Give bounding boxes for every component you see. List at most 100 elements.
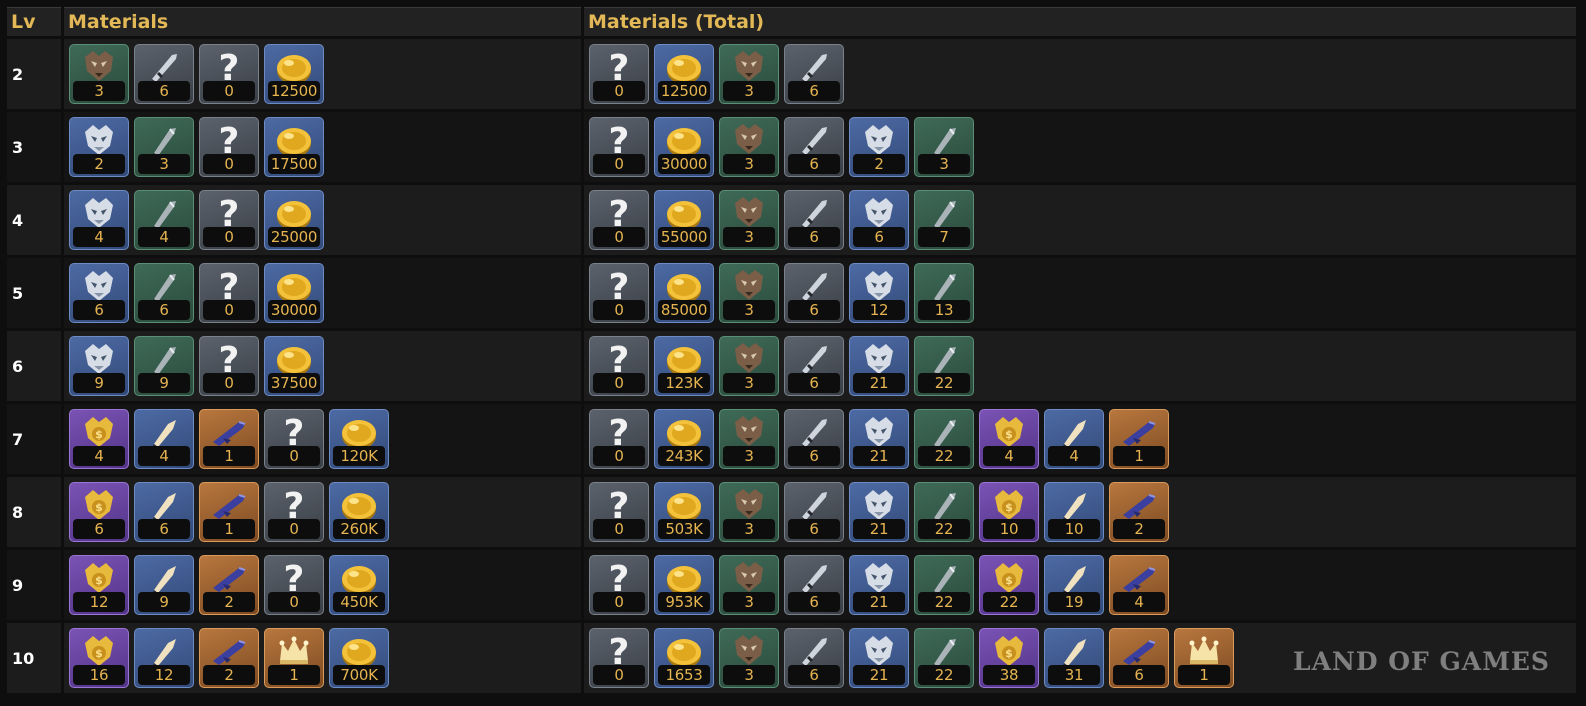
- gold-item[interactable]: 243K: [654, 409, 714, 469]
- blade-fragment-item[interactable]: 22: [914, 336, 974, 396]
- silver-mask-item[interactable]: 6: [69, 263, 129, 323]
- silver-mask-item[interactable]: 9: [69, 336, 129, 396]
- dagger-item[interactable]: 6: [784, 190, 844, 250]
- blade-fragment-item[interactable]: 3: [914, 117, 974, 177]
- spearhead-item[interactable]: 31: [1044, 628, 1104, 688]
- rifle-item[interactable]: 2: [199, 555, 259, 615]
- spearhead-item[interactable]: 4: [1044, 409, 1104, 469]
- unknown-item[interactable]: ? 0: [199, 117, 259, 177]
- gold-item[interactable]: 120K: [329, 409, 389, 469]
- blade-fragment-item[interactable]: 9: [134, 336, 194, 396]
- spearhead-item[interactable]: 12: [134, 628, 194, 688]
- silver-mask-item[interactable]: 12: [849, 263, 909, 323]
- unknown-item[interactable]: ? 0: [589, 555, 649, 615]
- unknown-item[interactable]: ? 0: [199, 263, 259, 323]
- spearhead-item[interactable]: 6: [134, 482, 194, 542]
- gold-item[interactable]: 17500: [264, 117, 324, 177]
- wolf-mask-item[interactable]: 3: [719, 44, 779, 104]
- dagger-item[interactable]: 6: [784, 44, 844, 104]
- dagger-item[interactable]: 6: [784, 336, 844, 396]
- blade-fragment-item[interactable]: 22: [914, 555, 974, 615]
- gold-mask-item[interactable]: $38: [979, 628, 1039, 688]
- gold-mask-item[interactable]: $22: [979, 555, 1039, 615]
- dagger-item[interactable]: 6: [784, 555, 844, 615]
- silver-mask-item[interactable]: 21: [849, 482, 909, 542]
- rifle-item[interactable]: 1: [199, 482, 259, 542]
- crown-item[interactable]: 1: [1174, 628, 1234, 688]
- silver-mask-item[interactable]: 21: [849, 628, 909, 688]
- unknown-item[interactable]: ? 0: [264, 555, 324, 615]
- rifle-item[interactable]: 6: [1109, 628, 1169, 688]
- gold-item[interactable]: 1653: [654, 628, 714, 688]
- unknown-item[interactable]: ? 0: [589, 190, 649, 250]
- gold-item[interactable]: 12500: [264, 44, 324, 104]
- unknown-item[interactable]: ? 0: [589, 44, 649, 104]
- wolf-mask-item[interactable]: 3: [69, 44, 129, 104]
- blade-fragment-item[interactable]: 6: [134, 263, 194, 323]
- dagger-item[interactable]: 6: [134, 44, 194, 104]
- silver-mask-item[interactable]: 2: [849, 117, 909, 177]
- rifle-item[interactable]: 2: [1109, 482, 1169, 542]
- gold-item[interactable]: 30000: [654, 117, 714, 177]
- gold-item[interactable]: 55000: [654, 190, 714, 250]
- silver-mask-item[interactable]: 21: [849, 336, 909, 396]
- silver-mask-item[interactable]: 21: [849, 409, 909, 469]
- dagger-item[interactable]: 6: [784, 628, 844, 688]
- blade-fragment-item[interactable]: 22: [914, 628, 974, 688]
- gold-item[interactable]: 700K: [329, 628, 389, 688]
- spearhead-item[interactable]: 10: [1044, 482, 1104, 542]
- blade-fragment-item[interactable]: 7: [914, 190, 974, 250]
- wolf-mask-item[interactable]: 3: [719, 482, 779, 542]
- unknown-item[interactable]: ? 0: [199, 44, 259, 104]
- dagger-item[interactable]: 6: [784, 482, 844, 542]
- wolf-mask-item[interactable]: 3: [719, 117, 779, 177]
- dagger-item[interactable]: 6: [784, 409, 844, 469]
- gold-item[interactable]: 85000: [654, 263, 714, 323]
- gold-item[interactable]: 30000: [264, 263, 324, 323]
- silver-mask-item[interactable]: 21: [849, 555, 909, 615]
- unknown-item[interactable]: ? 0: [264, 482, 324, 542]
- gold-item[interactable]: 12500: [654, 44, 714, 104]
- silver-mask-item[interactable]: 4: [69, 190, 129, 250]
- gold-mask-item[interactable]: $16: [69, 628, 129, 688]
- blade-fragment-item[interactable]: 22: [914, 409, 974, 469]
- unknown-item[interactable]: ? 0: [589, 482, 649, 542]
- blade-fragment-item[interactable]: 13: [914, 263, 974, 323]
- wolf-mask-item[interactable]: 3: [719, 190, 779, 250]
- spearhead-item[interactable]: 9: [134, 555, 194, 615]
- gold-item[interactable]: 260K: [329, 482, 389, 542]
- gold-mask-item[interactable]: $4: [979, 409, 1039, 469]
- unknown-item[interactable]: ? 0: [199, 336, 259, 396]
- silver-mask-item[interactable]: 6: [849, 190, 909, 250]
- unknown-item[interactable]: ? 0: [589, 263, 649, 323]
- gold-item[interactable]: 25000: [264, 190, 324, 250]
- blade-fragment-item[interactable]: 3: [134, 117, 194, 177]
- unknown-item[interactable]: ? 0: [589, 409, 649, 469]
- wolf-mask-item[interactable]: 3: [719, 628, 779, 688]
- gold-item[interactable]: 37500: [264, 336, 324, 396]
- gold-item[interactable]: 953K: [654, 555, 714, 615]
- gold-item[interactable]: 503K: [654, 482, 714, 542]
- dagger-item[interactable]: 6: [784, 263, 844, 323]
- rifle-item[interactable]: 1: [1109, 409, 1169, 469]
- gold-mask-item[interactable]: $12: [69, 555, 129, 615]
- rifle-item[interactable]: 2: [199, 628, 259, 688]
- gold-mask-item[interactable]: $6: [69, 482, 129, 542]
- dagger-item[interactable]: 6: [784, 117, 844, 177]
- gold-mask-item[interactable]: $10: [979, 482, 1039, 542]
- crown-item[interactable]: 1: [264, 628, 324, 688]
- gold-mask-item[interactable]: $4: [69, 409, 129, 469]
- wolf-mask-item[interactable]: 3: [719, 263, 779, 323]
- blade-fragment-item[interactable]: 22: [914, 482, 974, 542]
- wolf-mask-item[interactable]: 3: [719, 409, 779, 469]
- unknown-item[interactable]: ? 0: [199, 190, 259, 250]
- rifle-item[interactable]: 1: [199, 409, 259, 469]
- spearhead-item[interactable]: 19: [1044, 555, 1104, 615]
- wolf-mask-item[interactable]: 3: [719, 336, 779, 396]
- unknown-item[interactable]: ? 0: [589, 117, 649, 177]
- wolf-mask-item[interactable]: 3: [719, 555, 779, 615]
- blade-fragment-item[interactable]: 4: [134, 190, 194, 250]
- unknown-item[interactable]: ? 0: [264, 409, 324, 469]
- silver-mask-item[interactable]: 2: [69, 117, 129, 177]
- gold-item[interactable]: 123K: [654, 336, 714, 396]
